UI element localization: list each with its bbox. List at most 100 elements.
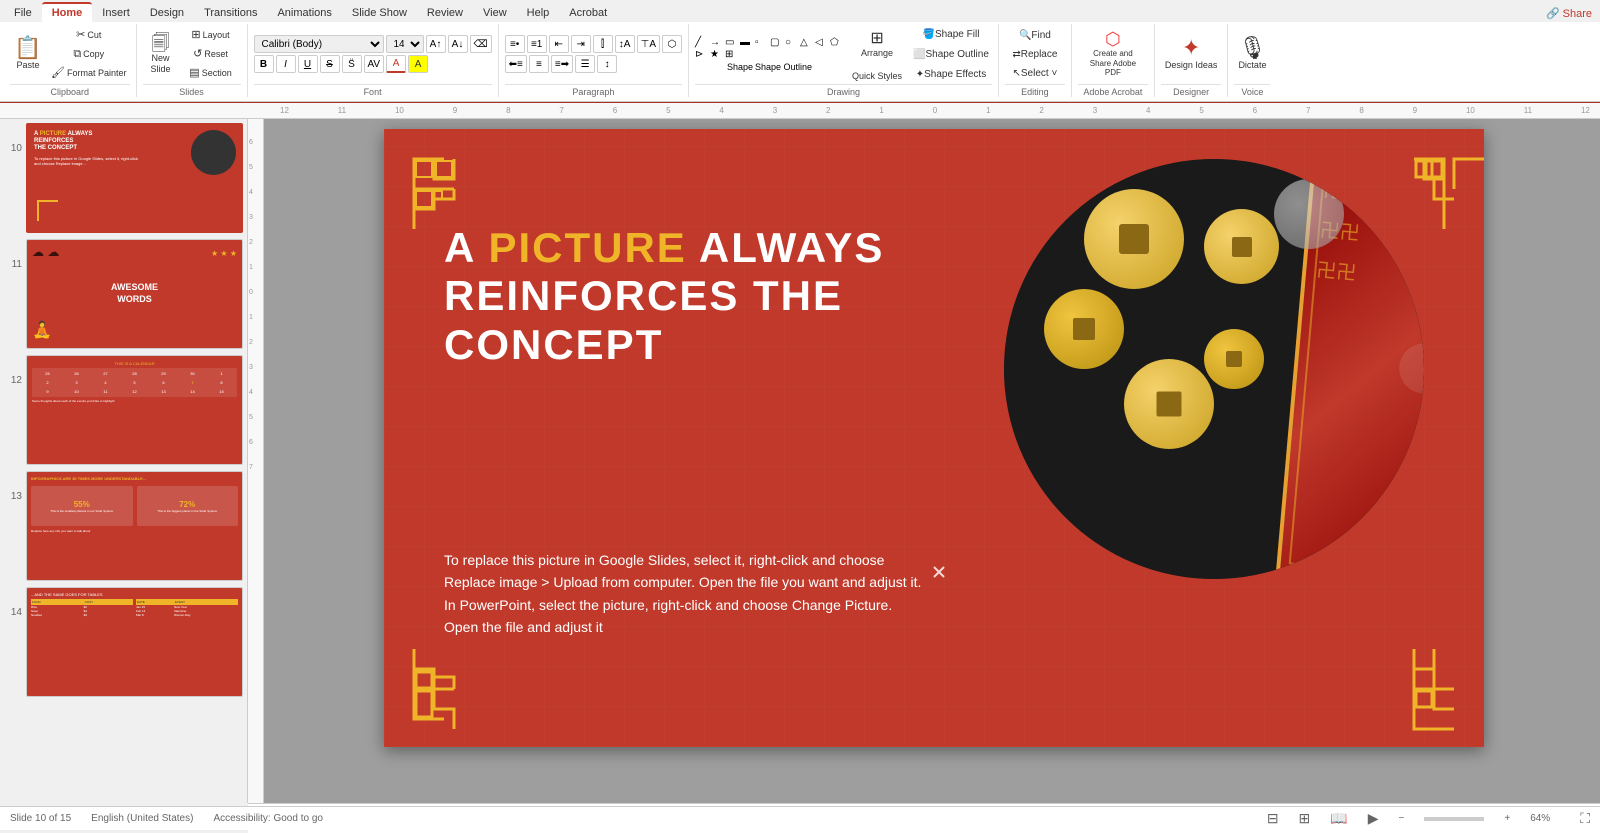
format-painter-button[interactable]: 🖌 Format Painter — [48, 64, 130, 82]
italic-button[interactable]: I — [276, 55, 296, 73]
rect-shape[interactable]: ▭ — [725, 37, 739, 48]
tab-animations[interactable]: Animations — [267, 4, 341, 22]
copy-button[interactable]: ⧉ Copy — [48, 45, 130, 63]
design-ideas-button[interactable]: ✦ Design Ideas — [1161, 27, 1222, 81]
font-spacing-button[interactable]: AV — [364, 55, 385, 73]
slide-thumb-10[interactable]: A PICTURE ALWAYSREINFORCESTHE CONCEPT To… — [26, 123, 243, 233]
smartart-button[interactable]: ⬡ — [662, 35, 682, 53]
shape-fill-button[interactable]: 🪣 Shape Fill — [910, 25, 992, 43]
find-button[interactable]: 🔍 Find — [1005, 26, 1065, 44]
line-spacing-button[interactable]: ↕ — [597, 55, 617, 73]
slide-sorter-button[interactable]: ⊞ — [1299, 810, 1311, 827]
silver-coin — [1274, 179, 1344, 249]
tab-design[interactable]: Design — [140, 4, 194, 22]
bullets-button[interactable]: ≡• — [505, 35, 525, 53]
slide-item-12[interactable]: 12 THIS IS A CALENDAR 2526272829301 2345… — [4, 355, 243, 465]
coin-3-hole — [1157, 392, 1182, 417]
clear-formatting-button[interactable]: ⌫ — [470, 35, 492, 53]
tab-insert[interactable]: Insert — [92, 4, 140, 22]
zoom-in-button[interactable]: + — [1504, 813, 1510, 824]
tab-home[interactable]: Home — [42, 2, 93, 22]
more-shapes[interactable]: ⊞ — [725, 49, 739, 60]
slide-12-content: THIS IS A CALENDAR 2526272829301 2345678… — [27, 356, 242, 464]
new-slide-button[interactable]: 🗐 NewSlide — [143, 27, 179, 81]
slide-item-11[interactable]: 11 ☁ ☁ AWESOMEWORDS 🧘 ★ ★ ★ — [4, 239, 243, 349]
strikethrough-button[interactable]: S — [320, 55, 340, 73]
indent-less-button[interactable]: ⇤ — [549, 35, 569, 53]
bold-button[interactable]: B — [254, 55, 274, 73]
align-center-button[interactable]: ≡ — [529, 55, 549, 73]
section-button[interactable]: ▤ Section — [181, 64, 241, 82]
cut-button[interactable]: ✂ Cut — [48, 26, 130, 44]
reading-view-button[interactable]: 📖 — [1330, 810, 1347, 827]
tab-file[interactable]: File — [4, 4, 42, 22]
slide-thumb-12[interactable]: THIS IS A CALENDAR 2526272829301 2345678… — [26, 355, 243, 465]
share-button[interactable]: 🔗 Share — [1538, 5, 1600, 22]
numbering-button[interactable]: ≡1 — [527, 35, 547, 53]
slide-13-label-1: This is the smallest planets in our Sola… — [50, 509, 113, 513]
reset-button[interactable]: ↺ Reset — [181, 45, 241, 63]
rect2-shape[interactable]: ▬ — [740, 37, 754, 48]
text-highlight-button[interactable]: A — [408, 55, 428, 73]
tab-review[interactable]: Review — [417, 4, 473, 22]
zoom-level[interactable]: 64% — [1530, 813, 1560, 824]
slide-panel[interactable]: 10 A PICTURE ALWAYSREINFORCESTHE CONCEPT… — [0, 119, 248, 803]
triangle-shape[interactable]: △ — [800, 37, 814, 48]
slide-number-10: 10 — [4, 143, 22, 154]
slide-thumb-13[interactable]: INFOGRAPHICS ARE 30 TIMES MORE UNDERSTAN… — [26, 471, 243, 581]
tab-view[interactable]: View — [473, 4, 517, 22]
text-direction-button[interactable]: ↕A — [615, 35, 635, 53]
paste-button[interactable]: 📋 Paste — [10, 27, 46, 81]
clipboard-label: Clipboard — [10, 84, 130, 97]
quick-styles-button[interactable]: Quick Styles — [848, 68, 906, 84]
slide-info: Slide 10 of 15 — [10, 813, 71, 824]
dictate-button[interactable]: 🎙 Dictate — [1234, 27, 1270, 81]
fit-slide-button[interactable]: ⛶ — [1580, 810, 1590, 827]
slide-thumb-11[interactable]: ☁ ☁ AWESOMEWORDS 🧘 ★ ★ ★ — [26, 239, 243, 349]
rect3-shape[interactable]: ▫ — [755, 37, 769, 48]
align-right-button[interactable]: ≡➡ — [551, 55, 573, 73]
ellipse-shape[interactable]: ○ — [785, 37, 799, 48]
zoom-slider[interactable] — [1424, 817, 1484, 821]
shadow-button[interactable]: S̈ — [342, 55, 362, 73]
rtriangle-shape[interactable]: ◁ — [815, 37, 829, 48]
shape-outline-button[interactable]: ⬜ Shape Outline — [910, 45, 992, 63]
star-shape[interactable]: ★ — [710, 49, 724, 60]
pentagon-shape[interactable]: ⬠ — [830, 37, 844, 48]
slide-thumb-14[interactable]: ...AND THE SAME GOES FOR TABLES FOOD COS… — [26, 587, 243, 697]
shape-effects-button[interactable]: ✦ Shape Effects — [910, 65, 992, 83]
copy-icon: ⧉ — [73, 49, 81, 60]
line-shape[interactable]: ╱ — [695, 37, 709, 48]
layout-button[interactable]: ⊞ Layout — [181, 26, 241, 44]
columns-button[interactable]: ⫿ — [593, 35, 613, 53]
rounrect-shape[interactable]: ▢ — [770, 37, 784, 48]
zoom-out-button[interactable]: − — [1399, 813, 1405, 824]
decrease-font-size-button[interactable]: A↓ — [448, 35, 468, 53]
presentation-button[interactable]: ▶ — [1368, 810, 1379, 827]
slide-item-14[interactable]: 14 ...AND THE SAME GOES FOR TABLES FOOD … — [4, 587, 243, 697]
select-button[interactable]: ↖ Select ˅ — [1005, 64, 1065, 82]
tab-acrobat[interactable]: Acrobat — [559, 4, 617, 22]
arrow-shape[interactable]: → — [710, 37, 724, 48]
font-group-content: Calibri (Body) 14 A↑ A↓ ⌫ B I U S — [254, 24, 492, 84]
tab-slideshow[interactable]: Slide Show — [342, 4, 417, 22]
slide-item-10[interactable]: 10 A PICTURE ALWAYSREINFORCESTHE CONCEPT… — [4, 123, 243, 233]
font-color-button[interactable]: A — [386, 55, 406, 73]
slide-item-13[interactable]: 13 INFOGRAPHICS ARE 30 TIMES MORE UNDERS… — [4, 471, 243, 581]
font-size-select[interactable]: 14 — [386, 35, 424, 53]
justify-button[interactable]: ☰ — [575, 55, 595, 73]
align-left-button[interactable]: ⬅≡ — [505, 55, 527, 73]
create-pdf-button[interactable]: ⬡ Create and Share Adobe PDF — [1078, 27, 1148, 81]
tab-help[interactable]: Help — [517, 4, 560, 22]
arrange-button[interactable]: ⊞ Arrange — [848, 24, 906, 66]
align-text-button[interactable]: ⊤A — [637, 35, 660, 53]
replace-button[interactable]: ⇄ Replace — [1005, 45, 1065, 63]
font-name-select[interactable]: Calibri (Body) — [254, 35, 384, 53]
indent-more-button[interactable]: ⇥ — [571, 35, 591, 53]
chevron-shape[interactable]: ⊳ — [695, 49, 709, 60]
tab-transitions[interactable]: Transitions — [194, 4, 267, 22]
underline-button[interactable]: U — [298, 55, 318, 73]
normal-view-button[interactable]: ⊟ — [1267, 810, 1279, 827]
increase-font-size-button[interactable]: A↑ — [426, 35, 446, 53]
slide-canvas[interactable]: A PICTURE ALWAYS REINFORCES THE CONCEPT … — [384, 129, 1484, 747]
